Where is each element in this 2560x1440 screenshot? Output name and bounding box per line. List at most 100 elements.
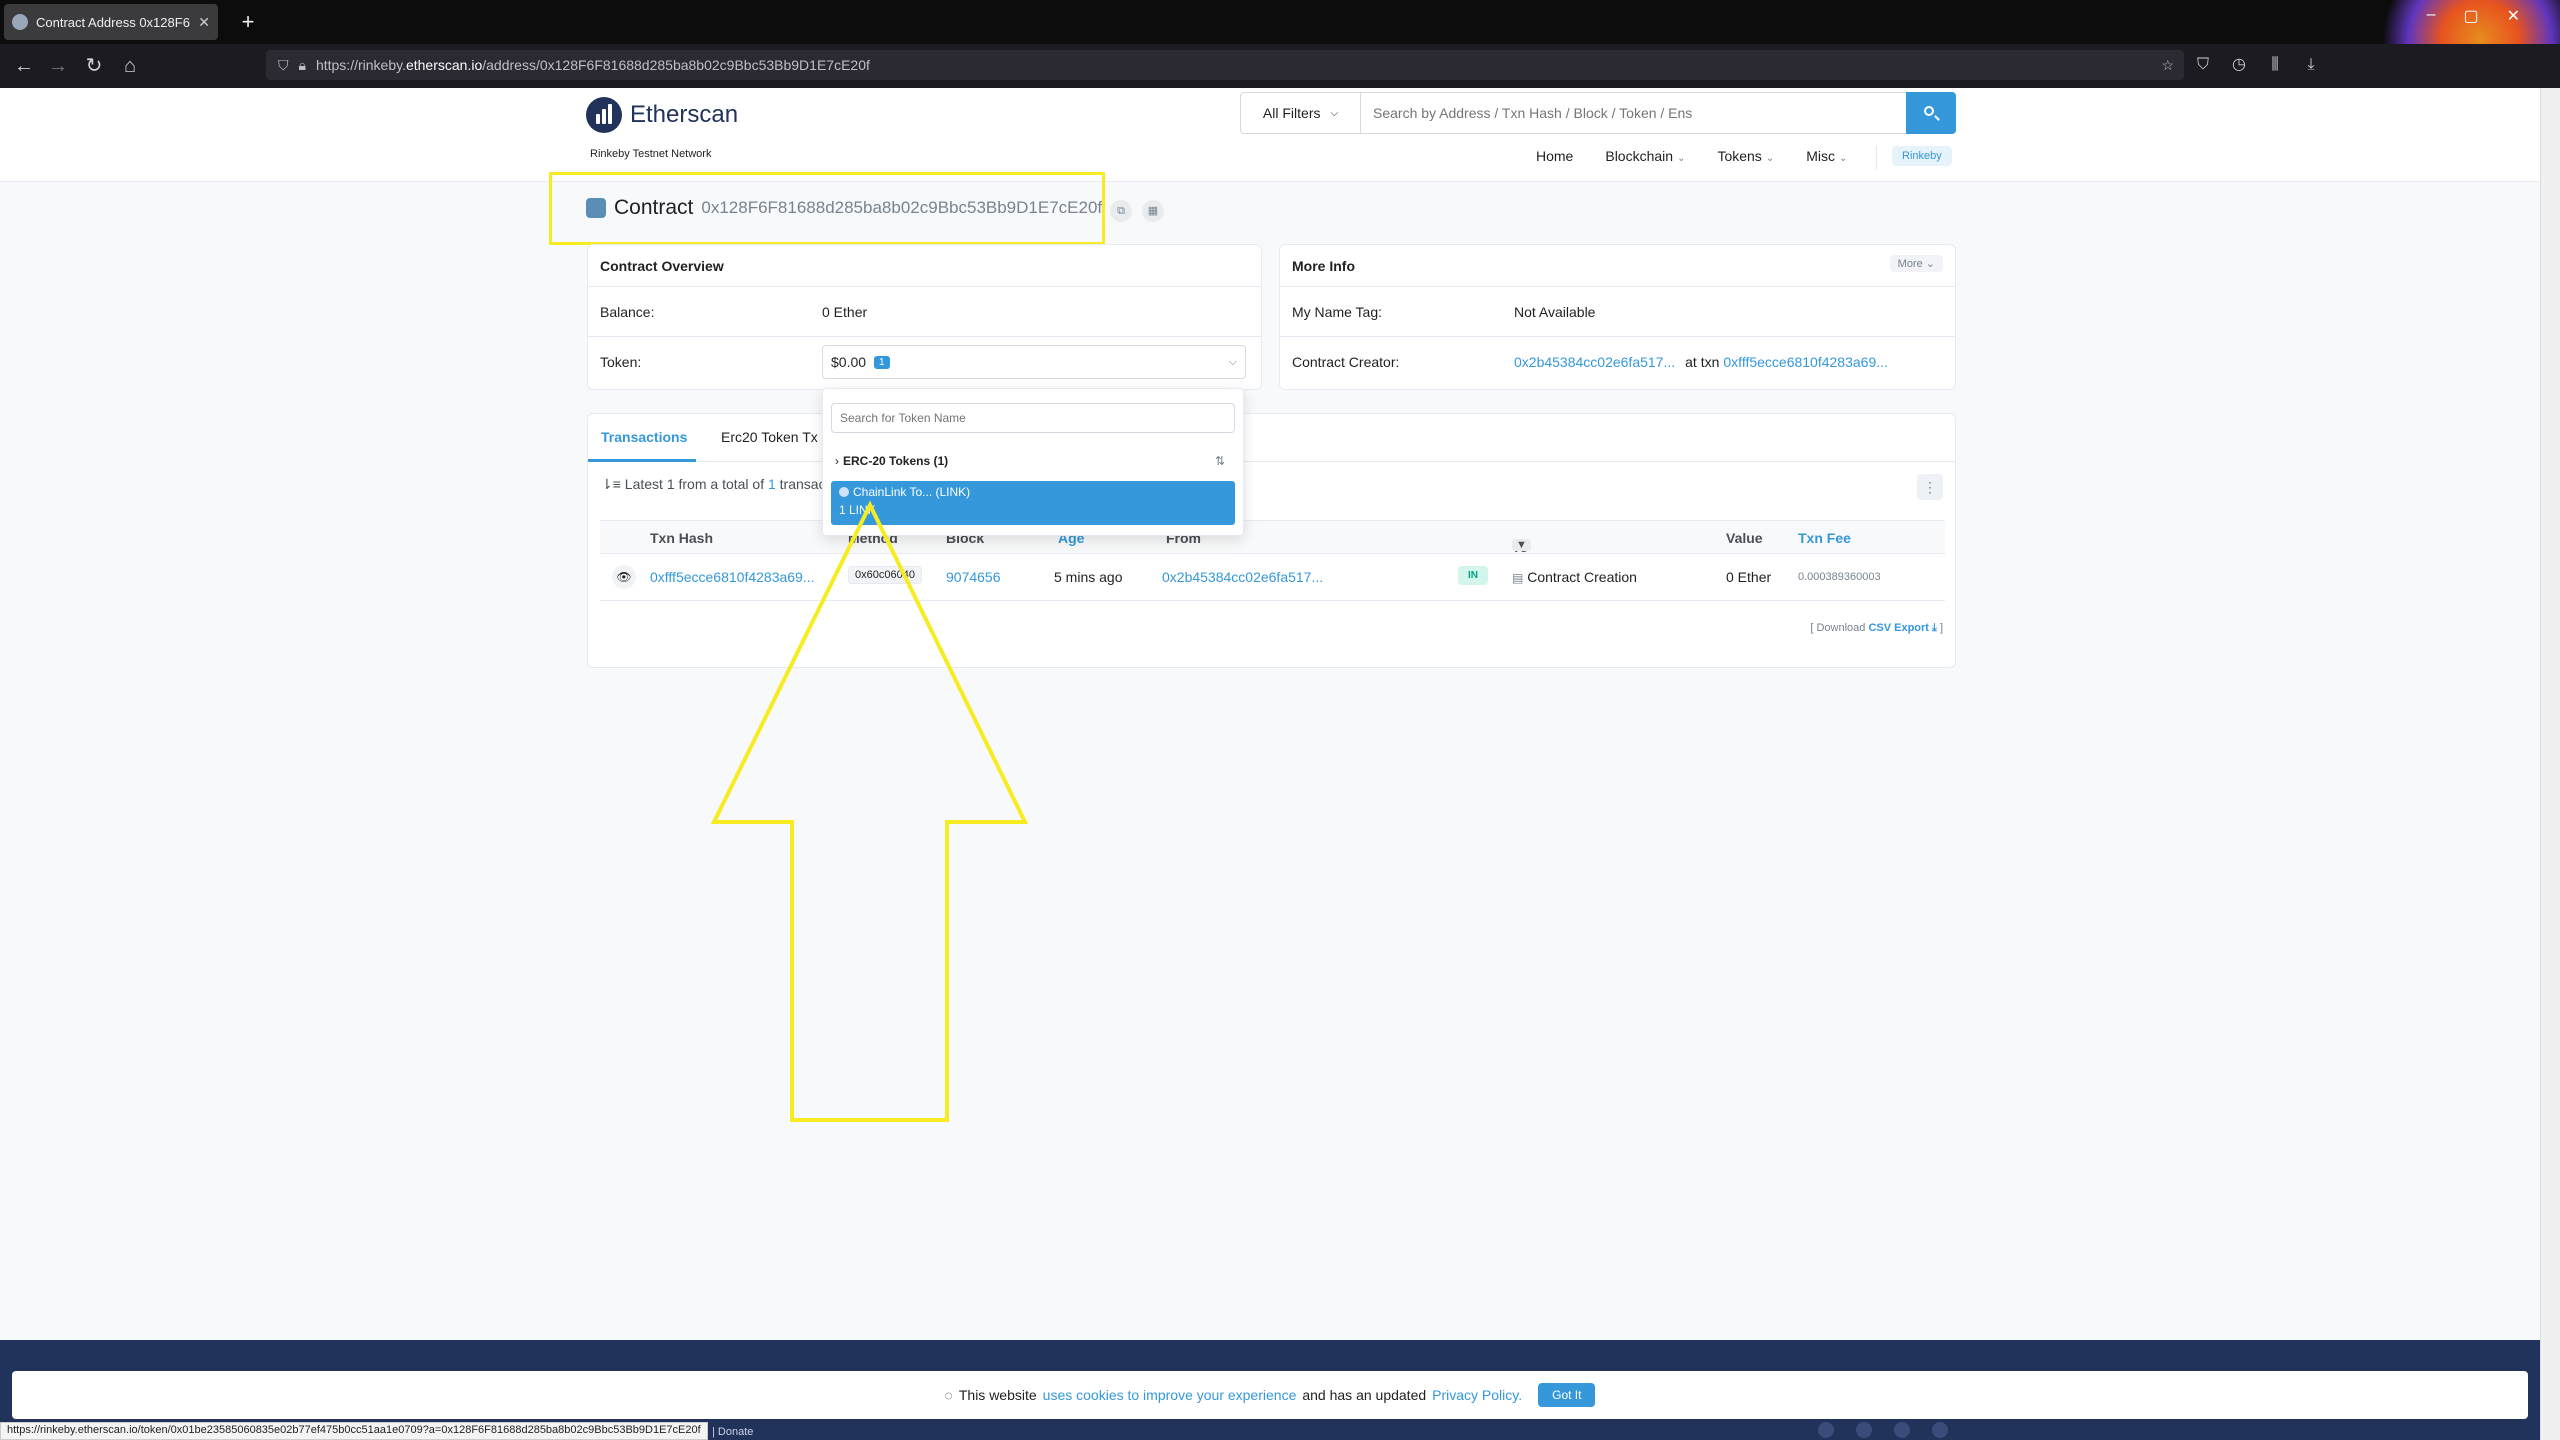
sort-icon[interactable]: ⇅	[1215, 454, 1225, 468]
csv-download: [ Download CSV Export ⤓ ]	[1810, 622, 1943, 635]
token-item-name: ChainLink To... (LINK)	[853, 485, 971, 499]
balance-label: Balance:	[600, 303, 655, 320]
home-icon[interactable]: ⌂	[116, 52, 144, 80]
forward-icon[interactable]: →	[44, 52, 72, 80]
eye-icon[interactable]: 👁︎	[612, 565, 636, 589]
contract-overview-card: Contract Overview Balance: 0 Ether Token…	[587, 244, 1262, 390]
chevron-right-icon: ›	[835, 454, 839, 468]
minimize-icon[interactable]: –	[2427, 6, 2436, 26]
token-item-name-line: ChainLink To... (LINK)	[839, 485, 1227, 499]
tab-close-icon[interactable]: ✕	[198, 14, 210, 31]
from-address-link[interactable]: 0x2b45384cc02e6fa517...	[1162, 569, 1323, 585]
direction-badge: IN	[1458, 566, 1488, 585]
creator-txn-link[interactable]: 0xfff5ecce6810f4283a69...	[1723, 354, 1888, 370]
url-text: https://rinkeby.etherscan.io/address/0x1…	[315, 57, 870, 73]
token-label: Token:	[600, 354, 642, 370]
history-icon[interactable]: ◷	[2226, 52, 2252, 78]
token-count-badge: 1	[874, 355, 890, 369]
more-info-header: More Info More ⌄	[1280, 245, 1955, 287]
more-options-icon[interactable]: ⋮	[1917, 474, 1943, 500]
latest-count[interactable]: 1	[768, 476, 776, 492]
creator-address-link[interactable]: 0x2b45384cc02e6fa517...	[1514, 354, 1675, 370]
address-bar[interactable]: ⛉ 🔒︎ https://rinkeby.etherscan.io/addres…	[266, 50, 2184, 80]
balance-row: Balance: 0 Ether	[588, 287, 1261, 337]
copy-address-button[interactable]: ⧉	[1110, 200, 1132, 222]
main-nav: Home Blockchain ⌄ Tokens ⌄ Misc ⌄	[1536, 148, 1847, 164]
chainlink-token-icon	[839, 487, 849, 497]
reddit-icon[interactable]	[1894, 1422, 1910, 1438]
nav-home[interactable]: Home	[1536, 148, 1573, 164]
qr-code-button[interactable]: ▦	[1142, 200, 1164, 222]
creator-row: Contract Creator: 0x2b45384cc02e6fa517..…	[1280, 337, 1955, 387]
csv-prefix: [ Download	[1810, 622, 1866, 634]
etherscan-logo[interactable]: Etherscan	[586, 97, 738, 133]
lock-icon[interactable]: 🔒︎	[299, 57, 306, 74]
page-scrollbar[interactable]	[2540, 88, 2560, 1440]
token-value: $0.00	[831, 354, 867, 370]
back-icon[interactable]: ←	[10, 52, 38, 80]
search-input[interactable]	[1361, 93, 1906, 133]
name-tag-row: My Name Tag: Not Available	[1280, 287, 1955, 337]
library-icon[interactable]: ⫼	[2262, 52, 2288, 78]
filter-icon[interactable]: ▼	[1512, 539, 1531, 551]
got-it-button[interactable]: Got It	[1538, 1383, 1596, 1407]
col-value: Value	[1726, 530, 1763, 546]
more-info-card: More Info More ⌄ My Name Tag: Not Availa…	[1279, 244, 1956, 390]
cookie-text-2: and has an updated	[1302, 1387, 1427, 1403]
csv-suffix: ]	[1939, 622, 1943, 634]
erc20-group-header[interactable]: › ERC-20 Tokens (1) ⇅	[831, 451, 1235, 471]
email-icon[interactable]	[1932, 1422, 1948, 1438]
cookie-icon: ◌	[944, 1387, 953, 1403]
window-controls: – ▢ ✕	[2427, 6, 2520, 26]
privacy-policy-link[interactable]: Privacy Policy.	[1432, 1387, 1522, 1403]
latest-prefix: Latest 1 from a total of	[624, 476, 765, 492]
window-close-icon[interactable]: ✕	[2507, 6, 2520, 26]
contract-creation-icon: ▤	[1512, 571, 1524, 585]
maximize-icon[interactable]: ▢	[2463, 6, 2478, 26]
new-tab-button[interactable]: +	[234, 8, 262, 36]
chevron-down-icon: ⌵	[1228, 355, 1237, 368]
more-button[interactable]: More ⌄	[1889, 255, 1943, 272]
tab-erc20-token-txns[interactable]: Erc20 Token Tx	[721, 429, 818, 445]
token-holdings-select[interactable]: $0.00 1 ⌵	[822, 345, 1246, 379]
active-tab-indicator	[588, 459, 696, 462]
browser-tab[interactable]: Contract Address 0x128F6F81 ✕	[4, 4, 218, 40]
twitter-icon[interactable]	[1818, 1422, 1834, 1438]
downloads-icon[interactable]: ⤓	[2298, 52, 2324, 78]
brand-name: Etherscan	[630, 101, 739, 128]
csv-export-link[interactable]: CSV Export ⤓	[1868, 622, 1936, 634]
facebook-icon[interactable]	[1856, 1422, 1872, 1438]
tracking-shield-icon[interactable]: ⛉	[278, 57, 289, 74]
annotation-highlight-box	[549, 172, 1105, 245]
cookie-policy-link[interactable]: uses cookies to improve your experience	[1043, 1387, 1297, 1403]
nav-divider	[1876, 146, 1877, 170]
transactions-tabs: Transactions Erc20 Token Tx	[588, 414, 1955, 462]
annotation-arrow	[710, 500, 1029, 1122]
chevron-down-icon: ⌵	[1330, 107, 1339, 119]
bookmark-star-icon[interactable]: ☆	[2161, 57, 2174, 74]
filter-select[interactable]: All Filters ⌵	[1241, 93, 1361, 133]
latest-summary: ⇂≡ Latest 1 from a total of 1 transac	[601, 476, 826, 493]
creator-label: Contract Creator:	[1292, 354, 1400, 370]
tab-transactions[interactable]: Transactions	[601, 429, 687, 445]
erc20-group-label: ERC-20 Tokens (1)	[843, 454, 949, 468]
social-icons	[1818, 1422, 1948, 1438]
reload-icon[interactable]: ↻	[80, 52, 108, 80]
search-button[interactable]	[1906, 92, 1956, 134]
pocket-icon[interactable]: ⛉	[2190, 52, 2216, 78]
nav-blockchain[interactable]: Blockchain ⌄	[1605, 148, 1685, 164]
status-bar-url: https://rinkeby.etherscan.io/token/0x01b…	[0, 1422, 708, 1440]
page-background	[0, 88, 2540, 1440]
network-label: Rinkeby Testnet Network	[590, 148, 712, 160]
nav-tokens[interactable]: Tokens ⌄	[1717, 148, 1774, 164]
creator-at-text: at txn	[1685, 354, 1720, 370]
name-tag-value: Not Available	[1514, 303, 1596, 320]
donate-link[interactable]: | Donate	[712, 1426, 753, 1438]
age-value: 5 mins ago	[1054, 569, 1123, 585]
nav-misc[interactable]: Misc ⌄	[1806, 148, 1847, 164]
network-badge[interactable]: Rinkeby	[1892, 146, 1952, 166]
col-txn-fee[interactable]: Txn Fee	[1798, 530, 1851, 546]
more-info-title: More Info	[1292, 257, 1355, 274]
browser-toolbar: ⛉ ◷ ⫼ ⤓	[2190, 52, 2324, 78]
token-search-input[interactable]	[831, 403, 1235, 433]
